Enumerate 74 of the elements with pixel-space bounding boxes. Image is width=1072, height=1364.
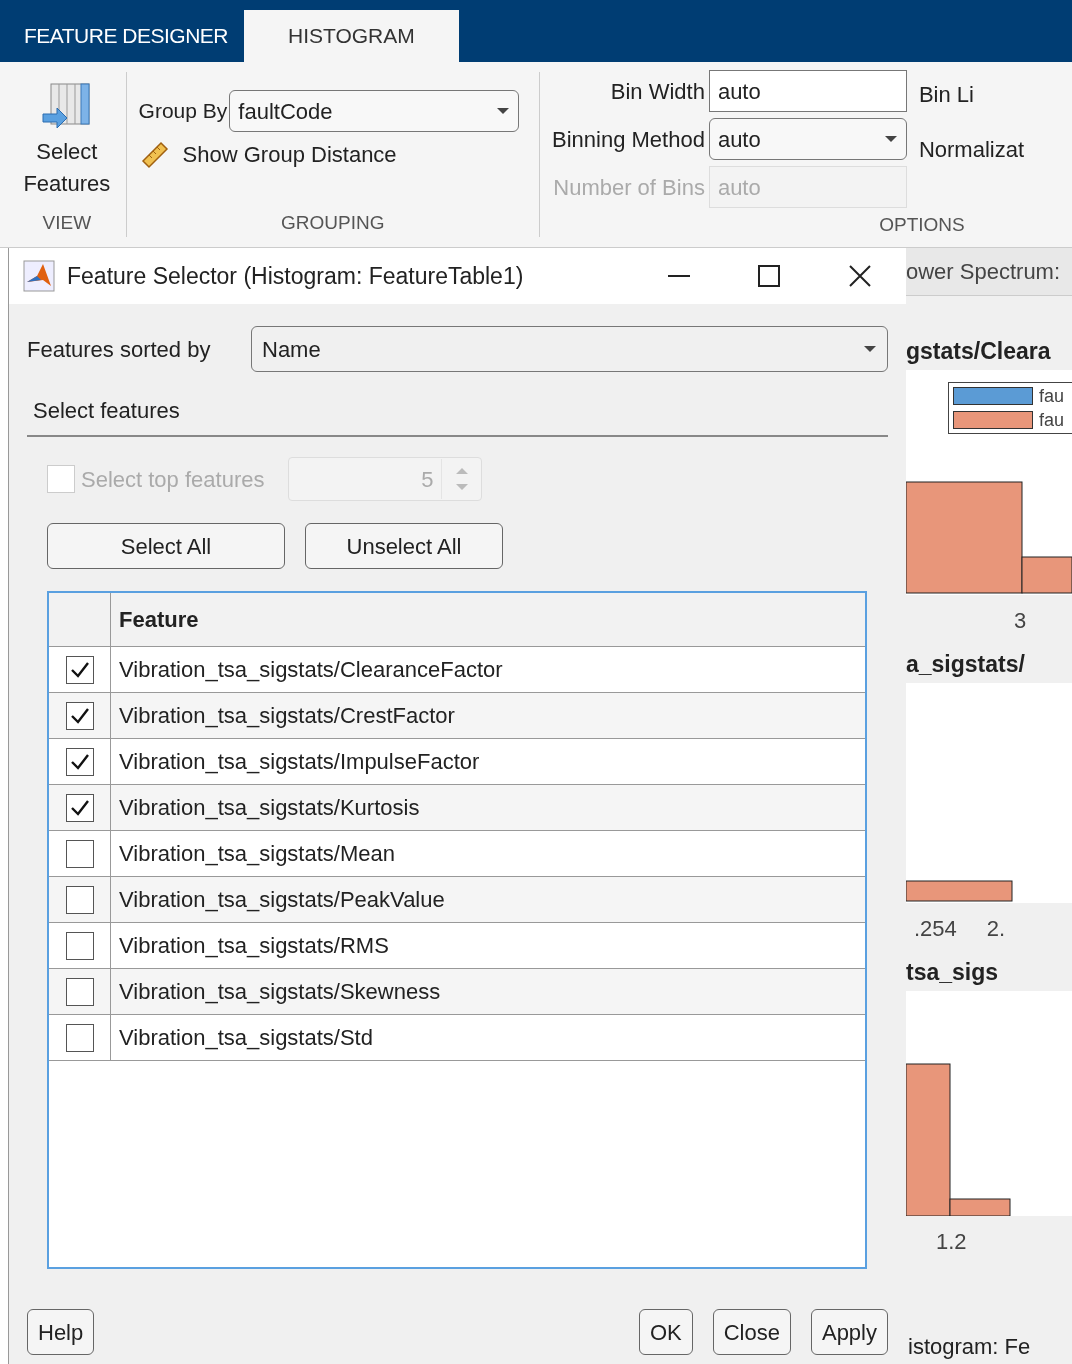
dialog-button[interactable]: Select All bbox=[47, 523, 285, 569]
field-label: Normalizat bbox=[918, 136, 1025, 164]
feature-name: Vibration_tsa_sigstats/Mean bbox=[118, 840, 395, 868]
dropdown-arrow-icon bbox=[883, 135, 898, 143]
feature-name: Vibration_tsa_sigstats/CrestFactor bbox=[118, 702, 455, 730]
dialog-button[interactable]: OK bbox=[638, 1309, 693, 1355]
checkbox[interactable] bbox=[65, 885, 94, 914]
dropdown-arrow-icon bbox=[863, 345, 877, 353]
select-features-button[interactable]: Select Features bbox=[16, 72, 117, 200]
axis-tick-label: 3 bbox=[1014, 606, 1027, 635]
checkbox[interactable] bbox=[65, 793, 94, 822]
app-logo-icon bbox=[23, 260, 55, 292]
feature-name: Vibration_tsa_sigstats/Std bbox=[118, 1024, 373, 1052]
section-label: GROUPING bbox=[280, 210, 386, 235]
legend-label: fau bbox=[1039, 386, 1065, 406]
checkbox[interactable] bbox=[65, 1023, 94, 1052]
column-header: Feature bbox=[118, 606, 199, 634]
maximize-icon bbox=[758, 265, 780, 287]
sorted-by-label: Features sorted by bbox=[27, 335, 212, 364]
close-icon bbox=[849, 265, 871, 287]
checkbox[interactable] bbox=[65, 747, 94, 776]
table-row[interactable]: Vibration_tsa_sigstats/Std bbox=[49, 1015, 865, 1061]
axis-tick-label: 1.2 bbox=[936, 1227, 967, 1256]
sort-dropdown[interactable]: Name bbox=[251, 326, 888, 372]
feature-name: Vibration_tsa_sigstats/PeakValue bbox=[118, 886, 445, 914]
section-label: OPTIONS bbox=[878, 212, 966, 237]
field-label: Number of Bins bbox=[553, 173, 705, 202]
ribbon-tab[interactable]: FEATURE DESIGNER bbox=[8, 10, 244, 62]
dialog-button[interactable]: Apply bbox=[810, 1309, 888, 1355]
axis-tick-label: .254 bbox=[914, 914, 957, 943]
binning-method-dropdown[interactable]: auto bbox=[708, 118, 907, 160]
field-label: Bin Li bbox=[918, 81, 975, 109]
legend-label: fau bbox=[1039, 410, 1065, 430]
table-row[interactable]: Vibration_tsa_sigstats/Mean bbox=[49, 831, 865, 877]
minimize-icon bbox=[668, 275, 690, 277]
feature-name: Vibration_tsa_sigstats/ClearanceFactor bbox=[118, 656, 503, 684]
plot-title: a_sigstats/ bbox=[906, 649, 1026, 679]
plot-title: tsa_sigs bbox=[906, 957, 1000, 987]
table-row[interactable]: Vibration_tsa_sigstats/Kurtosis bbox=[49, 785, 865, 831]
plot-title: gstats/Cleara bbox=[906, 336, 1052, 366]
dialog-title: Feature Selector (Histogram: FeatureTable1) bbox=[67, 261, 524, 291]
table-row[interactable]: Vibration_tsa_sigstats/CrestFactor bbox=[49, 693, 865, 739]
table-row[interactable]: Vibration_tsa_sigstats/RMS bbox=[49, 923, 865, 969]
checkbox[interactable] bbox=[65, 931, 94, 960]
table-row[interactable]: Vibration_tsa_sigstats/ClearanceFactor bbox=[49, 647, 865, 693]
table-row[interactable]: Vibration_tsa_sigstats/ImpulseFactor bbox=[49, 739, 865, 785]
feature-name: Vibration_tsa_sigstats/ImpulseFactor bbox=[118, 748, 480, 776]
checkbox-label: Select top features bbox=[81, 465, 265, 494]
dialog-button[interactable]: Close bbox=[712, 1309, 791, 1355]
checkbox[interactable] bbox=[65, 701, 94, 730]
field-label: Bin Width bbox=[610, 77, 705, 106]
dropdown-arrow-icon bbox=[496, 107, 511, 115]
table-row[interactable]: Vibration_tsa_sigstats/Skewness bbox=[49, 969, 865, 1015]
checkbox[interactable] bbox=[65, 839, 94, 868]
table-row[interactable]: Vibration_tsa_sigstats/PeakValue bbox=[49, 877, 865, 923]
axis-tick-label: 2. bbox=[986, 914, 1006, 943]
ribbon-tab[interactable]: HISTOGRAM bbox=[243, 10, 459, 62]
show-group-distance-button[interactable]: Show Group Distance bbox=[138, 138, 527, 171]
spinner-arrows-icon bbox=[454, 467, 469, 491]
feature-name: Vibration_tsa_sigstats/RMS bbox=[118, 932, 389, 960]
checkbox[interactable] bbox=[65, 977, 94, 1006]
checkbox[interactable] bbox=[65, 655, 94, 684]
feature-name: Vibration_tsa_sigstats/Kurtosis bbox=[118, 794, 420, 822]
status-text: istogram: Fe bbox=[907, 1332, 1032, 1361]
field-label: Binning Method bbox=[552, 125, 705, 154]
dialog-button[interactable]: Unselect All bbox=[305, 523, 503, 569]
group-by-label: Group By bbox=[138, 98, 228, 125]
feature-name: Vibration_tsa_sigstats/Skewness bbox=[118, 978, 441, 1006]
section-heading: Select features bbox=[33, 397, 181, 425]
document-tab[interactable]: ower Spectrum: bbox=[906, 248, 1072, 296]
input-field[interactable]: auto bbox=[708, 70, 907, 112]
section-label: VIEW bbox=[42, 210, 92, 235]
group-by-dropdown[interactable]: faultCode bbox=[229, 90, 520, 132]
help-button[interactable]: Help bbox=[27, 1309, 95, 1355]
